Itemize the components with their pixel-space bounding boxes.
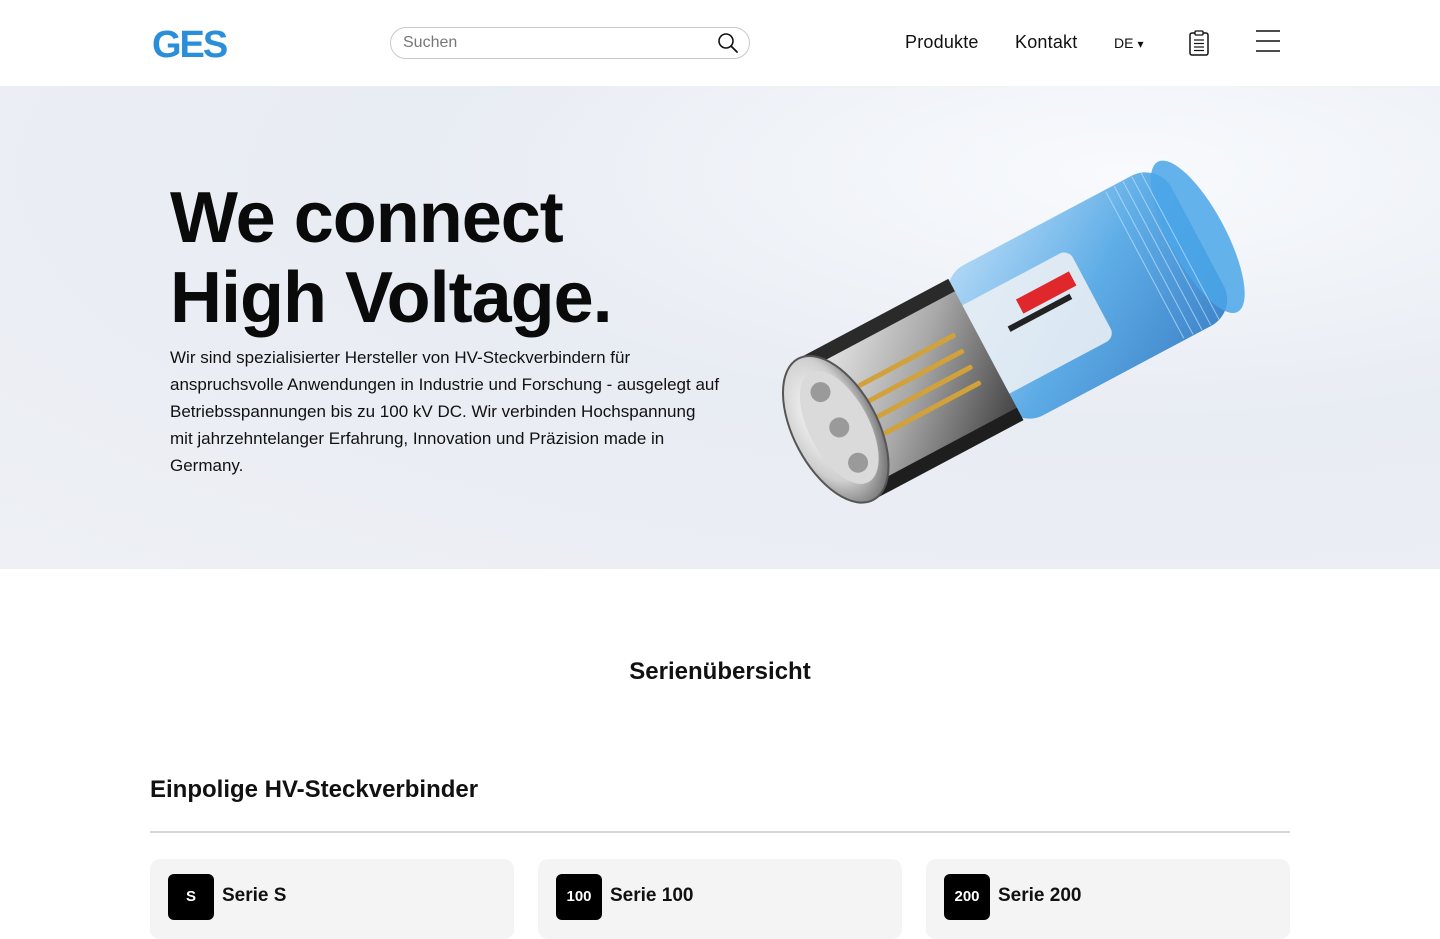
language-selector[interactable]: DE ▾ bbox=[1114, 35, 1143, 51]
series-card-title: Serie 200 bbox=[998, 885, 1082, 906]
search-bar bbox=[390, 27, 750, 59]
menu-button[interactable] bbox=[1256, 30, 1280, 52]
series-overview-heading: Serienübersicht bbox=[629, 658, 811, 685]
series-badge: 100 bbox=[556, 874, 602, 920]
series-card-s[interactable]: S Serie S bbox=[150, 859, 514, 939]
svg-text:GES: GES bbox=[152, 26, 227, 62]
nav-link-produkte[interactable]: Produkte bbox=[905, 32, 979, 53]
hero-title: We connect High Voltage. bbox=[170, 178, 613, 338]
hv-connector-image bbox=[781, 160, 1245, 504]
series-card-title: Serie S bbox=[222, 885, 287, 906]
hamburger-menu-icon bbox=[1256, 30, 1280, 52]
site-header: GES Produkte Kontakt DE▾ bbox=[0, 0, 1440, 86]
hero-description: Wir sind spezialisierter Hersteller von … bbox=[170, 348, 720, 475]
search-input[interactable] bbox=[401, 28, 701, 58]
hero-title-line-2: High Voltage. bbox=[170, 258, 613, 338]
search-button[interactable] bbox=[717, 32, 739, 54]
hero-section: We connect High Voltage. Wir sind spezia… bbox=[0, 86, 1440, 569]
clipboard-button[interactable] bbox=[1188, 30, 1210, 56]
ges-logo: GES bbox=[152, 26, 229, 62]
series-card-title: Serie 100 bbox=[610, 885, 694, 906]
series-card-200[interactable]: 200 Serie 200 bbox=[926, 859, 1290, 939]
chevron-down-icon: ▾ bbox=[1137, 37, 1144, 51]
group-divider bbox=[150, 831, 1290, 833]
hero-title-line-1: We connect bbox=[170, 178, 564, 258]
series-badge: 200 bbox=[944, 874, 990, 920]
group-heading-einpolig: Einpolige HV-Steckverbinder bbox=[150, 776, 479, 803]
series-badge: S bbox=[168, 874, 214, 920]
clipboard-icon bbox=[1189, 30, 1209, 56]
language-label: DE bbox=[1114, 35, 1134, 51]
search-icon bbox=[718, 33, 738, 53]
nav-link-kontakt[interactable]: Kontakt bbox=[1015, 32, 1077, 53]
series-card-100[interactable]: 100 Serie 100 bbox=[538, 859, 902, 939]
